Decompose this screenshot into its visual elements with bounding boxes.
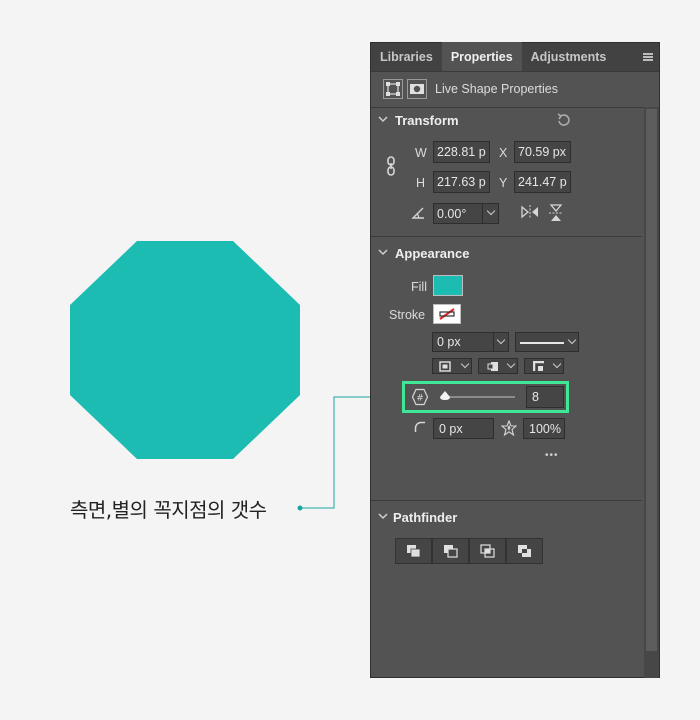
transform-collapse-chevron-icon[interactable] <box>378 115 388 123</box>
tab-bar: Libraries Properties Adjustments <box>371 42 659 72</box>
appearance-title: Appearance <box>395 246 470 261</box>
corner-radius-input[interactable]: 0 px <box>433 418 494 439</box>
link-dimensions-icon[interactable] <box>385 156 397 176</box>
properties-panel: Libraries Properties Adjustments Live Sh… <box>370 42 660 678</box>
intersect-shape-areas-button[interactable] <box>469 538 506 564</box>
stroke-width-dropdown[interactable]: 0 px <box>432 332 509 352</box>
stroke-corner-dropdown[interactable] <box>524 358 564 374</box>
stroke-align-dropdown[interactable] <box>432 358 472 374</box>
angle-dropdown-arrow[interactable] <box>482 204 498 223</box>
x-input[interactable]: 70.59 px <box>514 141 571 163</box>
pathfinder-collapse-chevron-icon[interactable] <box>378 512 388 520</box>
sides-slider-thumb[interactable] <box>439 391 450 400</box>
stroke-type-dropdown[interactable] <box>515 332 579 352</box>
corner-radius-icon <box>414 421 425 432</box>
svg-text:#: # <box>416 394 424 404</box>
panel-menu-icon[interactable] <box>643 53 653 61</box>
width-label: W <box>415 146 427 160</box>
transform-title: Transform <box>395 113 459 128</box>
mask-icon <box>407 79 427 99</box>
height-label: H <box>416 176 426 190</box>
callout-dot <box>297 505 303 511</box>
angle-input[interactable]: 0.00° <box>433 203 499 224</box>
flip-vertical-icon[interactable] <box>548 203 564 223</box>
octagon-shape <box>70 241 300 459</box>
subtract-front-shape-button[interactable] <box>432 538 469 564</box>
shape-layer-icon <box>383 79 403 99</box>
stroke-cap-dropdown[interactable] <box>478 358 518 374</box>
stroke-swatch[interactable] <box>433 304 461 324</box>
scrollbar-thumb[interactable] <box>646 109 657 651</box>
sides-slider-track[interactable] <box>441 396 515 398</box>
annotation-label: 측면,별의 꼭지점의 갯수 <box>70 498 267 522</box>
octagon-polygon <box>70 241 300 459</box>
flip-horizontal-icon[interactable] <box>520 204 540 220</box>
stroke-type-line <box>520 342 564 344</box>
star-ratio-input[interactable]: 100% <box>523 418 565 439</box>
combine-shapes-button[interactable] <box>395 538 432 564</box>
live-shape-properties-title: Live Shape Properties <box>435 82 558 96</box>
height-input[interactable]: 217.63 p <box>433 171 490 193</box>
y-input[interactable]: 241.47 p <box>514 171 571 193</box>
fill-swatch[interactable] <box>433 275 463 296</box>
stroke-label: Stroke <box>389 308 426 322</box>
tab-adjustments[interactable]: Adjustments <box>522 42 616 71</box>
angle-icon <box>411 207 424 219</box>
more-options-icon[interactable]: ••• <box>545 450 559 461</box>
pathfinder-title: Pathfinder <box>393 510 458 525</box>
header-divider <box>371 107 645 108</box>
star-ratio-icon <box>501 420 517 436</box>
tab-libraries[interactable]: Libraries <box>371 42 442 71</box>
angle-value: 0.00° <box>437 207 467 221</box>
polygon-sides-icon: # <box>411 388 429 406</box>
y-label: Y <box>499 176 508 190</box>
reset-transform-icon[interactable] <box>555 112 571 128</box>
fill-label: Fill <box>411 280 427 294</box>
x-label: X <box>499 146 508 160</box>
exclude-overlapping-shapes-button[interactable] <box>506 538 543 564</box>
sides-input[interactable]: 8 <box>526 386 564 408</box>
stroke-width-value: 0 px <box>437 335 461 349</box>
tab-properties[interactable]: Properties <box>441 42 522 71</box>
appearance-divider <box>371 500 642 501</box>
transform-divider <box>371 236 642 237</box>
width-input[interactable]: 228.81 p <box>433 141 490 163</box>
appearance-collapse-chevron-icon[interactable] <box>378 248 388 256</box>
